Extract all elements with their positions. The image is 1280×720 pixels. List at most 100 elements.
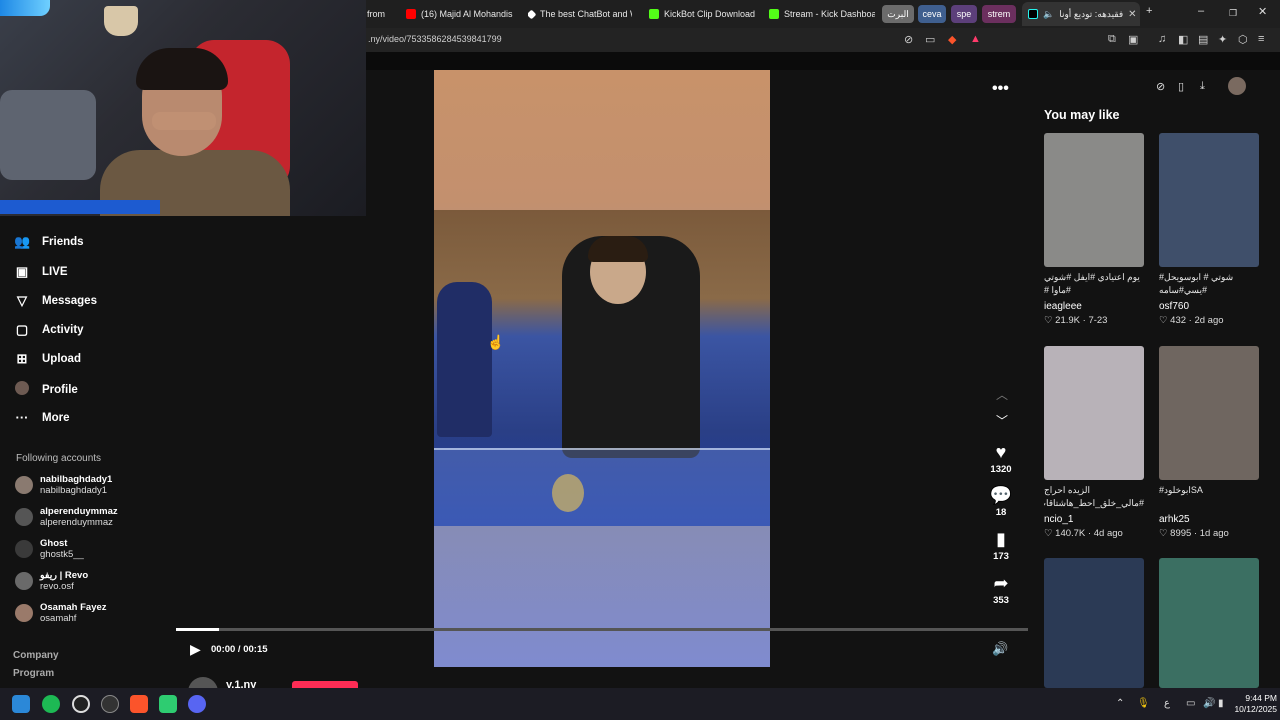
language-indicator[interactable]: ع [1164, 698, 1170, 709]
volume-tray-icon[interactable]: 🔊 [1203, 698, 1215, 709]
following-account[interactable]: nabilbaghdady1 nabilbaghdady1 [15, 474, 112, 496]
tab-chatbot[interactable]: The best ChatBot and W [528, 4, 632, 24]
brave-shield-icon[interactable]: ◆ [948, 33, 956, 46]
extensions-icon[interactable]: ⧉ [1108, 33, 1116, 46]
close-window-icon[interactable]: ✕ [1258, 5, 1267, 18]
obs-icon[interactable] [72, 695, 90, 713]
card-username[interactable]: arhk25 [1159, 514, 1259, 525]
recommendation-card[interactable]: يوم اعتيادي #ايفل #شوتي #ماوا # ieagleee… [1044, 133, 1144, 326]
comment-button[interactable]: 💬 18 [984, 485, 1018, 518]
reader-icon[interactable]: ▣ [1128, 33, 1138, 46]
avatar [15, 572, 33, 590]
volume-icon[interactable]: 🔊 [992, 641, 1008, 657]
card-date: 4d ago [1093, 528, 1123, 539]
ai-icon[interactable]: ✦ [1218, 33, 1227, 46]
app-icon[interactable] [101, 695, 119, 713]
card-thumbnail[interactable] [1159, 558, 1259, 688]
speaker-icon[interactable]: 🔈 [1043, 9, 1054, 20]
tab-kick-dashboard[interactable]: Stream - Kick Dashboard [769, 4, 875, 24]
sidebar-item-profile[interactable]: Profile [14, 381, 78, 398]
windows-start-icon[interactable] [12, 695, 30, 713]
tab-from[interactable]: from [367, 4, 397, 24]
account-name: ريفو | Revo [40, 570, 89, 581]
brave-rewards-icon[interactable]: ▲ [970, 33, 981, 45]
play-icon[interactable]: ▶ [190, 641, 201, 658]
clock-date[interactable]: 10/12/2025 [1225, 704, 1277, 714]
maximize-icon[interactable]: ❐ [1229, 8, 1237, 19]
network-icon[interactable]: ▭ [1186, 698, 1195, 709]
kick-icon [769, 9, 779, 19]
user-avatar[interactable] [1228, 77, 1246, 95]
following-account[interactable]: Osamah Fayez osamahf [15, 602, 107, 624]
recommendation-card[interactable]: SAابوخلود# arhk25 ♡ 8995 · 1d ago [1159, 346, 1259, 539]
recommendation-card[interactable]: شوتي # ابوسويحل# #يسي#سامه osf760 ♡ 432 … [1159, 133, 1259, 326]
recommendation-card[interactable] [1044, 558, 1144, 688]
discord-icon[interactable] [188, 695, 206, 713]
tab-active-tiktok[interactable]: 🔈 فقيدهه: توديع أونا ✕ [1022, 2, 1140, 26]
card-thumbnail[interactable] [1044, 133, 1144, 267]
following-account[interactable]: ريفو | Revo revo.osf [15, 570, 88, 592]
mute-icon[interactable]: ⊘ [904, 33, 913, 46]
card-stats: ♡ 8995 · 1d ago [1159, 528, 1229, 539]
tab-group-1[interactable]: البرت [882, 5, 914, 23]
spotify-icon[interactable] [42, 695, 60, 713]
battery-icon[interactable]: ▮ [1218, 698, 1224, 709]
sidebar-icon[interactable]: ◧ [1178, 33, 1188, 46]
recommendation-card[interactable]: الزيده احراج #مالي_خلق_احط_هاشتاقات ncio… [1044, 346, 1144, 539]
download-icon[interactable]: ⤓ [1200, 80, 1205, 93]
app-icon[interactable] [159, 695, 177, 713]
following-account[interactable]: alperenduymmaz alperenduymmaz [15, 506, 118, 528]
brave-icon[interactable] [130, 695, 148, 713]
sidebar-item-live[interactable]: ▣ LIVE [14, 264, 68, 280]
webcam-overlay [0, 0, 366, 216]
footer-link-program[interactable]: Program [13, 668, 54, 679]
clock-time[interactable]: 9:44 PM [1237, 693, 1277, 703]
sidebar-item-messages[interactable]: ▽ Messages [14, 293, 97, 309]
cast-icon[interactable]: ▭ [925, 33, 935, 46]
like-button[interactable]: ♥ 1320 [984, 442, 1018, 475]
card-thumbnail[interactable] [1159, 133, 1259, 267]
wallet-icon[interactable]: ▤ [1198, 33, 1208, 46]
microphone-icon[interactable]: 🎙 [1137, 698, 1150, 709]
phone-icon[interactable]: ▯ [1178, 80, 1184, 93]
minimize-icon[interactable]: – [1198, 5, 1204, 17]
tray-chevron-icon[interactable]: ⌃ [1116, 698, 1124, 709]
close-tab-icon[interactable]: ✕ [1128, 9, 1136, 20]
card-thumbnail[interactable] [1044, 346, 1144, 480]
url-field[interactable]: .ny/video/7533586284539841799 [368, 34, 502, 44]
sidebar-item-upload[interactable]: ⊞ Upload [14, 351, 81, 367]
music-icon[interactable]: ♫ [1158, 33, 1166, 45]
tab-kickbot[interactable]: KickBot Clip Downloader [649, 4, 755, 24]
card-thumbnail[interactable] [1044, 558, 1144, 688]
sidebar-item-more[interactable]: ··· More [14, 410, 70, 425]
webcam-hair [136, 48, 228, 90]
new-tab-icon[interactable]: + [1146, 5, 1152, 17]
more-options-icon[interactable]: ••• [992, 80, 1009, 98]
recommendation-card[interactable] [1159, 558, 1259, 688]
progress-bar[interactable] [176, 628, 1028, 631]
tab-label: from [367, 9, 385, 19]
tab-youtube[interactable]: (16) Majid Al Mohandis [406, 4, 516, 24]
sidebar-item-friends[interactable]: 👥 Friends [14, 234, 84, 250]
menu-icon[interactable]: ≡ [1258, 33, 1264, 45]
tab-group-spe[interactable]: spe [951, 5, 977, 23]
chevron-up-icon[interactable]: ︿ [996, 386, 1008, 403]
following-header: Following accounts [16, 453, 102, 464]
card-username[interactable]: osf760 [1159, 301, 1259, 312]
following-account[interactable]: Ghost ghostk5__ [15, 538, 84, 560]
coin-icon[interactable]: ⊘ [1156, 80, 1165, 93]
share-button[interactable]: ➦ 353 [984, 573, 1018, 606]
save-count: 173 [993, 551, 1009, 562]
card-username[interactable]: ncio_1 [1044, 514, 1144, 525]
footer-link-company[interactable]: Company [13, 650, 59, 661]
webcam-couch [0, 90, 96, 180]
chevron-down-icon[interactable]: ﹀ [996, 412, 1008, 429]
tab-group-strem[interactable]: strem [982, 5, 1016, 23]
vpn-icon[interactable]: ⬡ [1238, 33, 1248, 46]
save-button[interactable]: ▮ 173 [984, 529, 1018, 562]
card-title: يوم اعتيادي #ايفل #شوتي #ماوا # [1044, 272, 1140, 295]
card-thumbnail[interactable] [1159, 346, 1259, 480]
tab-group-ceva[interactable]: ceva [918, 5, 946, 23]
sidebar-item-activity[interactable]: ▢ Activity [14, 322, 84, 338]
card-username[interactable]: ieagleee [1044, 301, 1144, 312]
